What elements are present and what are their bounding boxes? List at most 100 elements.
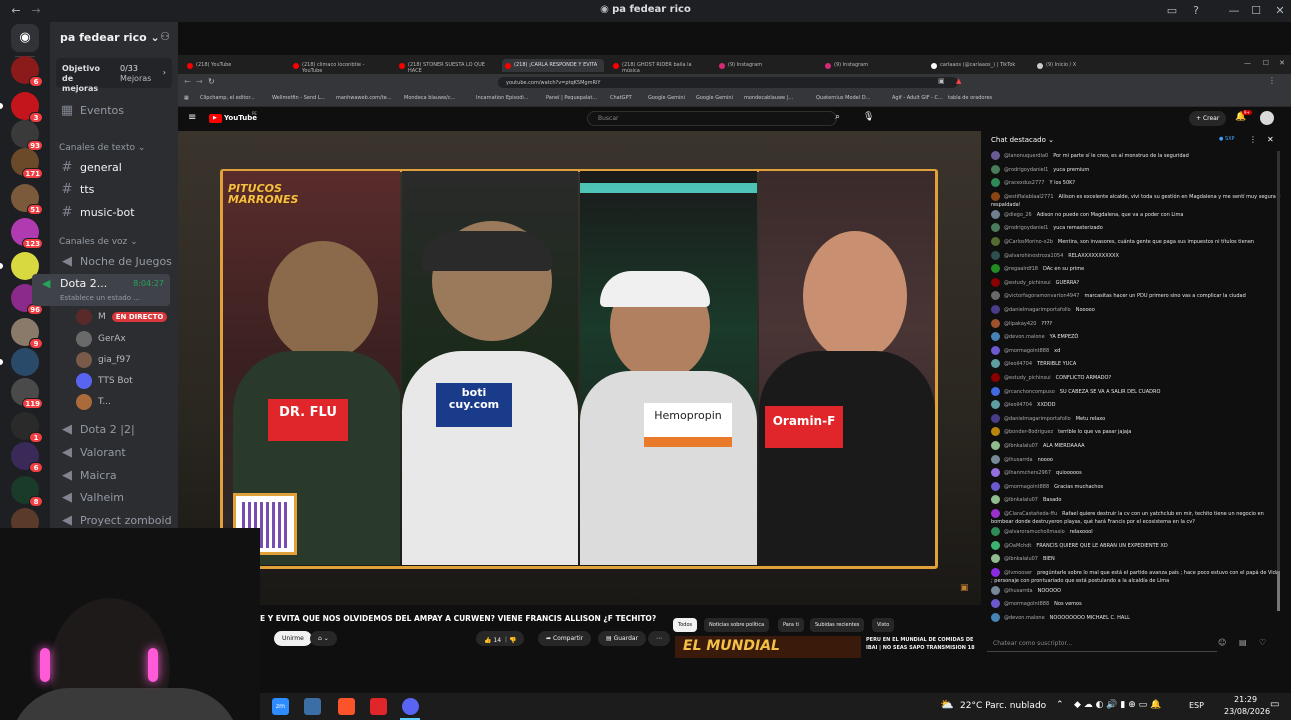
bookmark[interactable]: Wellmetfin - Send L... [272, 95, 325, 101]
chat-avatar[interactable] [991, 495, 1000, 505]
chat-avatar[interactable] [991, 441, 1000, 450]
voice-dota-2-2[interactable]: ◀ Dota 2 |2| [60, 419, 135, 439]
chat-avatar[interactable] [991, 373, 1000, 382]
server-icon-6[interactable]: 123 [11, 218, 43, 249]
bookmark[interactable]: Agif - Adult GIF - C... [892, 95, 943, 101]
chat-avatar[interactable] [991, 250, 1000, 260]
chat-avatar[interactable] [991, 151, 1000, 160]
like-button[interactable]: 👍 14 ｜👎 [476, 631, 525, 646]
chat-author[interactable]: @racexdus2777 [1004, 180, 1045, 186]
browser-menu-icon[interactable]: ⋮ [1268, 76, 1276, 85]
forward-icon[interactable]: → [196, 77, 203, 86]
chat-author[interactable]: @lhusarrda [1004, 588, 1033, 594]
chat-message[interactable]: @danielmagarimportafollo Metu relaxo [991, 413, 1283, 423]
server-icon-11[interactable]: 119 [11, 378, 43, 409]
chat-author[interactable]: @lipakay420 [1004, 321, 1036, 327]
chat-avatar[interactable] [991, 599, 1000, 609]
chat-author[interactable]: @OaMchdt [1004, 543, 1031, 549]
close-button[interactable]: ✕ [1272, 3, 1288, 19]
chat-author[interactable]: @lhusarrda [1004, 457, 1033, 463]
server-icon-9[interactable]: 9 [11, 318, 43, 349]
chat-author[interactable]: @leoll4704 [1004, 361, 1032, 367]
chat-avatar[interactable] [991, 178, 1000, 188]
clock-time[interactable]: 21:29 [1234, 695, 1257, 704]
tray-chevron-icon[interactable]: ⌃ [1056, 700, 1064, 710]
chat-avatar[interactable] [991, 413, 1000, 423]
join-button[interactable]: Unirme [274, 631, 312, 646]
chat-author[interactable]: @devon.malone [1004, 615, 1045, 621]
chat-avatar[interactable] [991, 305, 1000, 314]
chat-avatar[interactable] [991, 318, 1000, 328]
voice-valorant[interactable]: ◀ Valorant [60, 442, 126, 462]
active-voice-channel[interactable]: Dota 2... ◀ 8:04:27 Establece un estado … [32, 274, 170, 306]
chat-message[interactable]: @lbnkalalu07 BIEN [991, 554, 1283, 564]
bookmark[interactable]: Clipchamp, el editor... [200, 95, 255, 101]
chat-author[interactable]: @victorfagoramonvarton4947 [1004, 293, 1079, 299]
chat-avatar[interactable] [991, 359, 1000, 369]
chat-author[interactable]: @rodrigoydaniel1 [1004, 167, 1048, 173]
bookmark[interactable]: manhwaweb.com/te... [336, 95, 392, 101]
chat-avatar[interactable] [991, 554, 1000, 564]
chat-scrollbar[interactable] [1277, 151, 1280, 611]
inbox-icon[interactable]: ▭ [1164, 3, 1180, 19]
chip-recent[interactable]: Subidas recientes [810, 618, 865, 632]
chat-avatar[interactable] [991, 509, 1000, 518]
category-text[interactable]: Canales de texto ⌄ [59, 143, 145, 153]
voice-user-gerax[interactable]: GerAx [76, 330, 126, 348]
chat-author[interactable]: @lanonuquerdia0 [1004, 153, 1048, 159]
chat-message[interactable]: @lhusarrda NOOOOO [991, 585, 1283, 595]
chat-message[interactable]: @mormagolnt888 xd [991, 345, 1283, 355]
chat-message[interactable]: @alvarohinostroza1054 RELAXXXXXXXXXXX [991, 250, 1283, 260]
chat-avatar[interactable] [991, 481, 1000, 491]
chat-message[interactable]: @rodrigoydaniel1 yuca remasterizado [991, 223, 1283, 233]
chat-scroll-thumb[interactable] [1277, 571, 1280, 611]
chat-author[interactable]: @estudy_pichinsui [1004, 375, 1051, 381]
events-item[interactable]: ▦ Eventos [60, 100, 124, 120]
chat-author[interactable]: @mormagolnt888 [1004, 348, 1049, 354]
chat-message[interactable]: @mormagolnt888 Nos vemos [991, 599, 1283, 609]
address-bar[interactable]: youtube.com/watch?v=ptqK5MgmRiY [498, 77, 958, 88]
chat-message[interactable]: @regaalrdf18 DAc en su prime [991, 264, 1283, 274]
chat-avatar[interactable] [991, 527, 1000, 536]
browser-tab[interactable]: (218) STONER SUESTA LO QUE HACE [396, 59, 496, 74]
bookmark[interactable]: Google Gemini [696, 95, 733, 101]
voice-user-tts-bot[interactable]: TTS Bot [76, 372, 133, 390]
chat-message[interactable]: @lvmooser pregúntarle sobre lo mal que es… [991, 567, 1283, 585]
bookmark[interactable]: mondecablauwe |... [744, 95, 793, 101]
reload-icon[interactable]: ↻ [208, 77, 215, 86]
chat-author[interactable]: @alvaroramuchollmaxio [1004, 529, 1065, 535]
chat-avatar[interactable] [991, 540, 1000, 550]
chat-message[interactable]: @estudy_pichinsui GUERRA? [991, 277, 1283, 287]
chat-avatar[interactable] [991, 191, 1000, 201]
brave-icon[interactable] [338, 698, 355, 715]
chat-avatar[interactable] [991, 164, 1000, 174]
chip-for-you[interactable]: Para ti [778, 618, 804, 632]
chat-avatar[interactable] [991, 345, 1000, 355]
chat-author[interactable]: @alvarohinostroza1054 [1004, 253, 1063, 259]
browser-tab-active[interactable]: (218) ¡CARLA RESPONDE Y EVITA [502, 59, 604, 72]
chat-message[interactable]: @lanonuquerdia0 Por mi parte sí le creo, … [991, 151, 1283, 160]
bookmark[interactable]: Incarnation Episodi... [476, 95, 529, 101]
recommended-title[interactable]: PERU EN EL MUNDIAL DE COMIDAS DE IBAI | … [866, 636, 981, 652]
chat-message[interactable]: @racexdus2777 Y los 50K? [991, 178, 1283, 188]
browser-tab[interactable]: (218) YouTube [184, 59, 284, 72]
chat-avatar[interactable] [991, 567, 1000, 577]
bookmark[interactable]: Google Gemini [648, 95, 685, 101]
chat-author[interactable]: @danielmagarimportafollo [1004, 307, 1071, 313]
browser-tab[interactable]: (9) Instagram [716, 59, 816, 72]
save-button[interactable]: ▤ Guardar [598, 631, 647, 646]
share-button[interactable]: ➦ Compartir [538, 631, 592, 646]
voice-maicra[interactable]: ◀ Maicra [60, 465, 117, 485]
discord-taskbar-icon[interactable] [402, 698, 419, 715]
chat-author[interactable]: @lbnkalalu07 [1004, 497, 1038, 503]
chat-filter-icon[interactable]: ● SXP [1219, 136, 1235, 142]
app-icon[interactable] [304, 698, 321, 715]
server-icon-1[interactable]: 6 [11, 56, 43, 87]
chat-message[interactable]: @lbnkalalu07 Basado [991, 495, 1283, 505]
chat-author[interactable]: @leoll4704 [1004, 402, 1032, 408]
chat-avatar[interactable] [991, 386, 1000, 396]
add-friend-icon[interactable]: ⚇ [160, 30, 170, 43]
maximize-button[interactable]: ☐ [1248, 3, 1264, 19]
voice-valheim[interactable]: ◀ Valheim [60, 487, 124, 507]
bookmark[interactable]: Quaternius Model D... [816, 95, 870, 101]
